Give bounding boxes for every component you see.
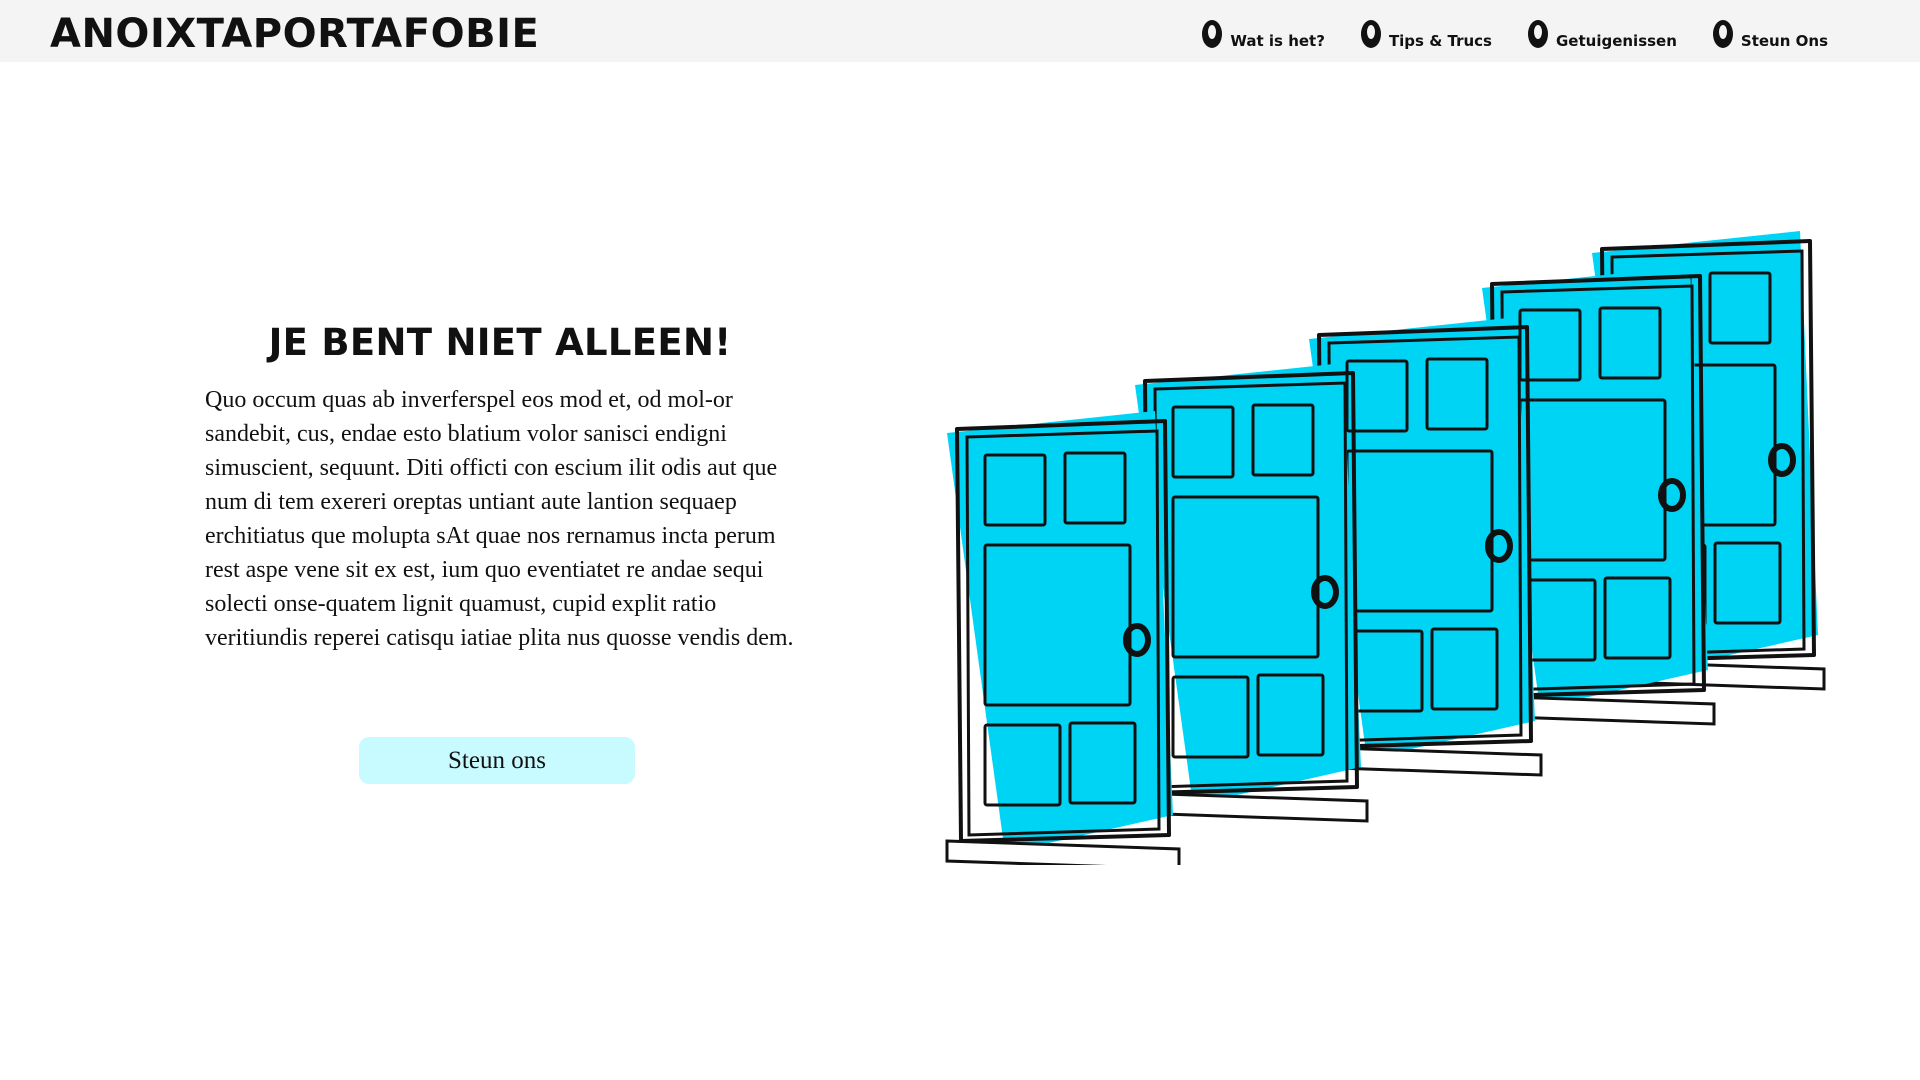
door-knob-icon [1712, 20, 1733, 48]
hero-text-block: JE BENT NIET ALLEEN! Quo occum quas ab i… [205, 321, 795, 655]
door-threshold [945, 839, 1181, 865]
hero-title: JE BENT NIET ALLEEN! [268, 321, 732, 364]
door-knob-icon [1202, 20, 1223, 48]
nav-label: Tips & Trucs [1388, 32, 1492, 50]
nav-item-steun-ons[interactable]: Steun Ons [1711, 18, 1828, 50]
main-navigation: Wat is het? Tips & Trucs Getuigenissen S… [1200, 18, 1828, 50]
hero-body-text: Quo occum quas ab inverferspel eos mod e… [205, 386, 794, 651]
nav-item-wat-is-het[interactable]: Wat is het? [1200, 18, 1325, 50]
nav-item-tips-en-trucs[interactable]: Tips & Trucs [1359, 18, 1492, 50]
nav-label: Wat is het? [1230, 32, 1325, 50]
doors-illustration [945, 231, 1826, 865]
support-us-button[interactable]: Steun ons [359, 737, 635, 784]
door-knob-icon [1360, 20, 1381, 48]
nav-label: Steun Ons [1740, 32, 1828, 50]
door-knob-icon [1527, 20, 1548, 48]
top-navigation-bar: ANOIXTAPORTAFOBIE Wat is het? Tips & Tru… [0, 0, 1920, 62]
door-drawing [945, 411, 1181, 865]
nav-label: Getuigenissen [1555, 32, 1677, 50]
site-logo[interactable]: ANOIXTAPORTAFOBIE [50, 14, 539, 54]
nav-item-getuigenissen[interactable]: Getuigenissen [1526, 18, 1677, 50]
